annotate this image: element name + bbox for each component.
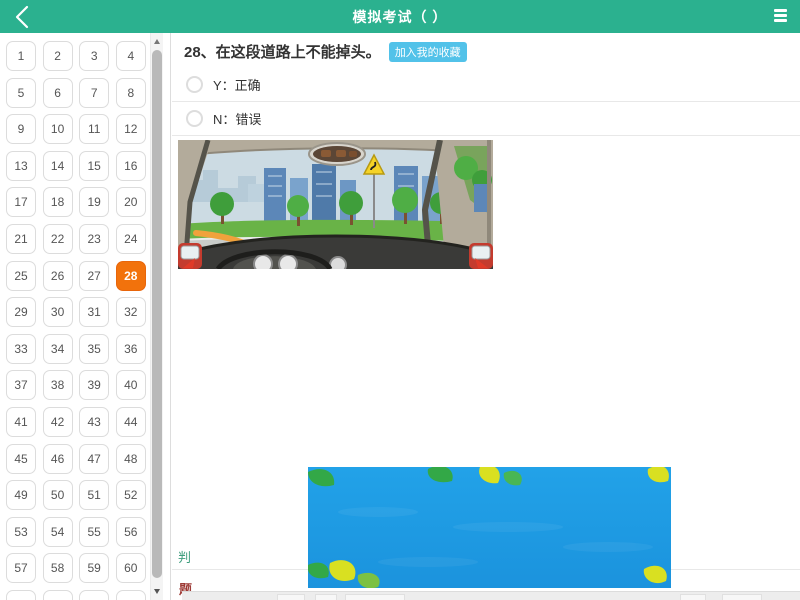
bottom-bar-item (345, 594, 405, 600)
question-number-button[interactable]: 62 (43, 590, 73, 600)
header-bar: 模拟考试（ ） (0, 0, 800, 33)
scroll-up-icon[interactable] (154, 39, 160, 44)
question-title-row: 28、在这段道路上不能掉头。 加入我的收藏 (172, 33, 800, 68)
question-number-button[interactable]: 8 (116, 78, 146, 108)
question-number-button[interactable]: 13 (6, 151, 36, 181)
bottom-bar-item (315, 594, 337, 600)
bottom-bar (182, 591, 800, 600)
question-number-button[interactable]: 49 (6, 480, 36, 510)
add-favorite-button[interactable]: 加入我的收藏 (389, 42, 467, 62)
question-number-button[interactable]: 15 (79, 151, 109, 181)
question-number-button[interactable]: 10 (43, 114, 73, 144)
question-number-button[interactable]: 17 (6, 187, 36, 217)
question-number-button[interactable]: 61 (6, 590, 36, 600)
question-number-button[interactable]: 52 (116, 480, 146, 510)
question-illustration (178, 140, 493, 269)
app-window: 模拟考试（ ） 12345678910111213141516171819202… (0, 0, 800, 600)
question-number-button[interactable]: 7 (79, 78, 109, 108)
sidebar-scrollbar[interactable] (150, 33, 163, 600)
option-label: Y：正确 (213, 75, 261, 94)
question-title: 28、在这段道路上不能掉头。 (184, 41, 381, 62)
question-number-button[interactable]: 51 (79, 480, 109, 510)
question-number-button[interactable]: 57 (6, 553, 36, 583)
radio-icon[interactable] (186, 76, 203, 93)
question-number-button[interactable]: 48 (116, 444, 146, 474)
question-number-button[interactable]: 50 (43, 480, 73, 510)
back-chevron-icon (8, 2, 38, 32)
question-number-button[interactable]: 55 (79, 517, 109, 547)
question-number-button[interactable]: 23 (79, 224, 109, 254)
option-label: N：错误 (213, 109, 261, 128)
question-number-button[interactable]: 63 (79, 590, 109, 600)
question-number-button[interactable]: 59 (79, 553, 109, 583)
hamburger-bar (774, 19, 787, 22)
question-number-button[interactable]: 26 (43, 261, 73, 291)
question-number-button[interactable]: 44 (116, 407, 146, 437)
question-number-button[interactable]: 5 (6, 78, 36, 108)
question-number-button[interactable]: 3 (79, 41, 109, 71)
question-number-button[interactable]: 42 (43, 407, 73, 437)
question-number-button[interactable]: 22 (43, 224, 73, 254)
question-number-button[interactable]: 46 (43, 444, 73, 474)
question-number-button[interactable]: 33 (6, 334, 36, 364)
question-number-button[interactable]: 39 (79, 370, 109, 400)
question-number-button[interactable]: 20 (116, 187, 146, 217)
question-number-button[interactable]: 54 (43, 517, 73, 547)
question-number-button[interactable]: 6 (43, 78, 73, 108)
question-number-button[interactable]: 60 (116, 553, 146, 583)
question-number-button[interactable]: 25 (6, 261, 36, 291)
question-number-button[interactable]: 28 (116, 261, 146, 291)
question-number-button[interactable]: 34 (43, 334, 73, 364)
question-number-button[interactable]: 47 (79, 444, 109, 474)
question-number-button[interactable]: 12 (116, 114, 146, 144)
back-button[interactable] (8, 2, 38, 32)
bottom-bar-item (722, 594, 762, 600)
question-number-button[interactable]: 21 (6, 224, 36, 254)
question-number-button[interactable]: 4 (116, 41, 146, 71)
question-number-button[interactable]: 35 (79, 334, 109, 364)
hamburger-bar (774, 14, 787, 17)
question-number-button[interactable]: 18 (43, 187, 73, 217)
question-number-grid: 1234567891011121314151617181920212223242… (6, 41, 147, 600)
scrollbar-thumb[interactable] (152, 50, 162, 578)
page-title: 模拟考试（ ） (353, 7, 448, 27)
question-number-button[interactable]: 9 (6, 114, 36, 144)
option-row-correct[interactable]: Y：正确 (172, 68, 800, 102)
question-number-button[interactable]: 14 (43, 151, 73, 181)
question-number-button[interactable]: 36 (116, 334, 146, 364)
hamburger-menu-button[interactable] (774, 9, 788, 24)
question-number-button[interactable]: 24 (116, 224, 146, 254)
question-number-button[interactable]: 43 (79, 407, 109, 437)
question-number-button[interactable]: 58 (43, 553, 73, 583)
question-number-button[interactable]: 1 (6, 41, 36, 71)
bottom-bar-item (277, 594, 305, 600)
question-number-button[interactable]: 16 (116, 151, 146, 181)
question-number-button[interactable]: 53 (6, 517, 36, 547)
question-number-button[interactable]: 64 (116, 590, 146, 600)
option-row-wrong[interactable]: N：错误 (172, 102, 800, 136)
question-type-label-partial: 判 (178, 547, 191, 566)
question-number-button[interactable]: 27 (79, 261, 109, 291)
scroll-down-icon[interactable] (154, 589, 160, 594)
question-number-button[interactable]: 2 (43, 41, 73, 71)
radio-icon[interactable] (186, 110, 203, 127)
question-number-button[interactable]: 37 (6, 370, 36, 400)
bottom-bar-item (680, 594, 706, 600)
question-number-button[interactable]: 11 (79, 114, 109, 144)
question-number-sidebar: 1234567891011121314151617181920212223242… (0, 33, 171, 600)
ad-banner[interactable] (308, 467, 671, 588)
question-number-button[interactable]: 38 (43, 370, 73, 400)
question-number-button[interactable]: 29 (6, 297, 36, 327)
hamburger-bar (774, 9, 787, 12)
question-number-button[interactable]: 30 (43, 297, 73, 327)
ad-banner-graphic (308, 467, 671, 588)
question-number-button[interactable]: 45 (6, 444, 36, 474)
question-number-button[interactable]: 41 (6, 407, 36, 437)
question-number-button[interactable]: 32 (116, 297, 146, 327)
question-number-button[interactable]: 31 (79, 297, 109, 327)
question-number-button[interactable]: 19 (79, 187, 109, 217)
question-number-button[interactable]: 56 (116, 517, 146, 547)
question-number-button[interactable]: 40 (116, 370, 146, 400)
